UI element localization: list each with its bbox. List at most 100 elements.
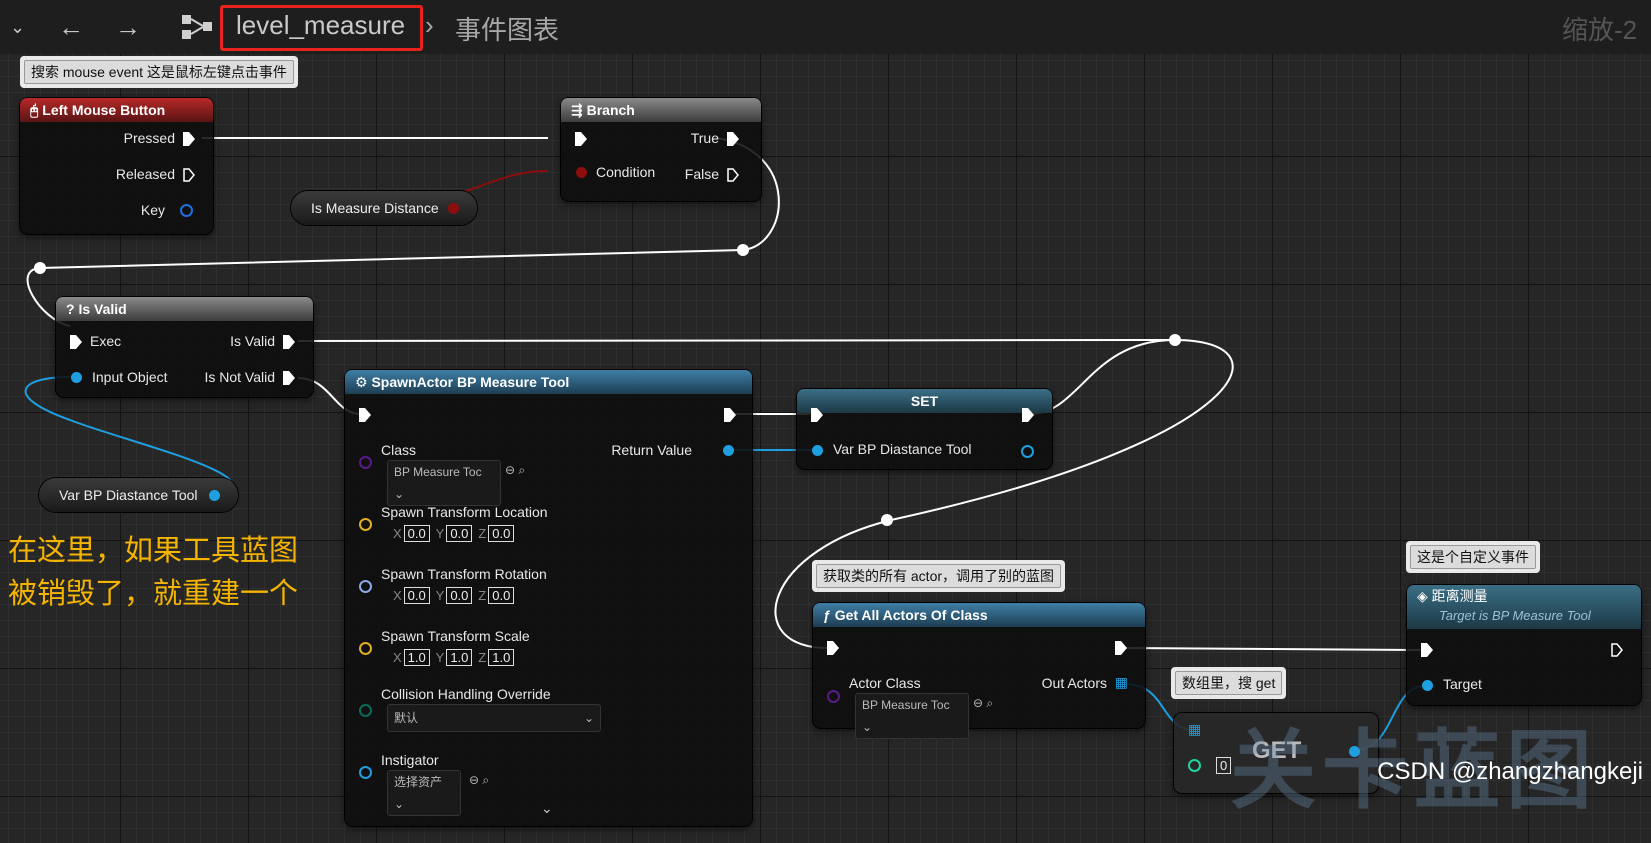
exec-pin-in[interactable] bbox=[827, 641, 839, 655]
pin-label-out-actors: Out Actors bbox=[1041, 675, 1107, 691]
node-get-all-actors-of-class[interactable]: ƒ Get All Actors Of Class Actor Class BP… bbox=[813, 603, 1145, 739]
node-set[interactable]: SET Var BP Diastance Tool bbox=[797, 389, 1052, 469]
bool-pin-condition[interactable] bbox=[576, 167, 587, 178]
exec-pin-is-not-valid[interactable] bbox=[283, 371, 295, 385]
node-header: ? Is Valid bbox=[56, 297, 313, 321]
axis-z: Z bbox=[478, 588, 487, 603]
pin-label-false: False bbox=[684, 166, 719, 182]
hierarchy-icon[interactable] bbox=[180, 13, 214, 41]
comment-bubble-get-all[interactable]: 获取类的所有 actor，调用了别的蓝图 bbox=[812, 560, 1066, 592]
node-distance-measure[interactable]: ◈ 距离测量 Target is BP Measure Tool Target bbox=[1407, 585, 1641, 705]
vector-pin-scale[interactable] bbox=[359, 642, 372, 655]
node-is-measure-distance[interactable]: Is Measure Distance bbox=[291, 191, 477, 225]
exec-pin-out[interactable] bbox=[1022, 408, 1034, 422]
object-pin-out[interactable] bbox=[209, 490, 220, 501]
exec-pin-in[interactable] bbox=[70, 335, 82, 349]
exec-pin-out[interactable] bbox=[1115, 641, 1127, 655]
browse-arrow-icon[interactable]: ⊖ ⌕ bbox=[469, 773, 489, 788]
exec-pin-in[interactable] bbox=[575, 132, 587, 146]
vector-fields-location[interactable]: X 0.0 Y 0.0 Z 0.0 bbox=[393, 525, 516, 542]
array-grid-icon[interactable]: ▦ bbox=[1188, 721, 1201, 738]
dropdown-value: 选择资产 bbox=[394, 775, 443, 789]
instigator-dropdown[interactable]: 选择资产 ⌄ bbox=[387, 770, 461, 816]
dropdown-value: BP Measure Toc bbox=[394, 465, 482, 479]
class-dropdown[interactable]: BP Measure Toc ⌄ bbox=[387, 460, 501, 506]
expand-chevron-icon[interactable]: ⌄ bbox=[541, 800, 553, 817]
object-pin-instigator[interactable] bbox=[359, 766, 372, 779]
exec-pin-pressed[interactable] bbox=[183, 132, 195, 146]
reroute-node-3 bbox=[1169, 334, 1181, 346]
node-subtitle: Target is BP Measure Tool bbox=[1439, 608, 1591, 623]
object-pin-input[interactable] bbox=[71, 372, 82, 383]
value-z[interactable]: 1.0 bbox=[488, 649, 515, 666]
struct-pin-key[interactable] bbox=[180, 204, 193, 217]
value-z[interactable]: 0.0 bbox=[488, 587, 515, 604]
vector-pin-location[interactable] bbox=[359, 518, 372, 531]
exec-pin-released[interactable] bbox=[183, 168, 195, 182]
browse-arrow-icon[interactable]: ⊖ ⌕ bbox=[973, 696, 993, 711]
enum-pin-collision[interactable] bbox=[359, 704, 372, 717]
spawn-icon: ⚙ bbox=[355, 374, 372, 390]
back-arrow-icon[interactable]: ← bbox=[58, 0, 84, 54]
browse-arrow-icon[interactable]: ⊖ ⌕ bbox=[505, 463, 525, 478]
exec-pin-in[interactable] bbox=[811, 408, 823, 422]
node-is-valid[interactable]: ? Is Valid Exec Input Object Is Valid Is… bbox=[56, 297, 313, 397]
axis-y: Y bbox=[435, 588, 445, 603]
class-dropdown[interactable]: BP Measure Toc ⌄ bbox=[855, 693, 969, 739]
pin-label-collision: Collision Handling Override bbox=[381, 686, 551, 702]
vector-fields-rotation[interactable]: X 0.0 Y 0.0 Z 0.0 bbox=[393, 587, 516, 604]
node-title: SpawnActor BP Measure Tool bbox=[371, 374, 570, 390]
value-x[interactable]: 1.0 bbox=[403, 649, 430, 666]
value-x[interactable]: 0.0 bbox=[403, 587, 430, 604]
value-y[interactable]: 0.0 bbox=[446, 525, 473, 542]
bool-pin-out[interactable] bbox=[448, 203, 459, 214]
exec-pin-in[interactable] bbox=[1421, 643, 1433, 657]
exec-pin-in[interactable] bbox=[359, 408, 371, 422]
axis-x: X bbox=[393, 650, 402, 665]
branch-icon: ⇶ bbox=[571, 102, 587, 118]
collision-dropdown[interactable]: 默认 ⌄ bbox=[387, 704, 601, 732]
object-pin-return[interactable] bbox=[723, 445, 734, 456]
watermark-credit: CSDN @zhangzhangkeji bbox=[1377, 758, 1643, 785]
node-header: ◈ 距离测量 Target is BP Measure Tool bbox=[1407, 585, 1641, 629]
exec-pin-out[interactable] bbox=[724, 408, 736, 422]
value-x[interactable]: 0.0 bbox=[403, 525, 430, 542]
value-z[interactable]: 0.0 bbox=[488, 525, 515, 542]
index-field[interactable]: 0 bbox=[1216, 757, 1232, 774]
class-pin[interactable] bbox=[827, 690, 840, 703]
node-spawn-actor[interactable]: ⚙ SpawnActor BP Measure Tool Class BP Me… bbox=[345, 370, 752, 826]
exec-pin-true[interactable] bbox=[727, 132, 739, 146]
object-pin-in[interactable] bbox=[812, 445, 823, 456]
vector-fields-scale[interactable]: X 1.0 Y 1.0 Z 1.0 bbox=[393, 649, 516, 666]
rotator-pin-rotation[interactable] bbox=[359, 580, 372, 593]
node-title: Is Valid bbox=[78, 301, 127, 317]
dropdown-chevron-icon[interactable]: ⌄ bbox=[10, 0, 25, 54]
object-pin-out[interactable] bbox=[1021, 445, 1034, 458]
exec-pin-out[interactable] bbox=[1611, 643, 1623, 657]
int-pin-index[interactable] bbox=[1188, 759, 1201, 772]
value-y[interactable]: 0.0 bbox=[446, 587, 473, 604]
comment-bubble-array-get[interactable]: 数组里，搜 get bbox=[1171, 667, 1287, 699]
pin-label-scale: Spawn Transform Scale bbox=[381, 628, 530, 644]
forward-arrow-icon[interactable]: → bbox=[115, 0, 141, 54]
pin-label-is-not-valid: Is Not Valid bbox=[204, 369, 275, 385]
object-pin-target[interactable] bbox=[1422, 680, 1433, 691]
class-pin[interactable] bbox=[359, 456, 372, 469]
node-branch[interactable]: ⇶ Branch Condition True False bbox=[561, 98, 761, 201]
exec-pin-is-valid[interactable] bbox=[283, 335, 295, 349]
node-left-mouse-button[interactable]: 🖰 Left Mouse Button Pressed Released Key bbox=[20, 98, 213, 234]
array-grid-icon[interactable]: ▦ bbox=[1115, 674, 1128, 691]
comment-text: 数组里，搜 get bbox=[1175, 671, 1283, 695]
value-y[interactable]: 1.0 bbox=[446, 649, 473, 666]
comment-bubble-left-mouse[interactable]: 搜索 mouse event 这是鼠标左键点击事件 bbox=[20, 56, 298, 88]
node-var-bp-diastance-tool[interactable]: Var BP Diastance Tool bbox=[39, 478, 238, 512]
axis-y: Y bbox=[435, 526, 445, 541]
exec-pin-false[interactable] bbox=[727, 168, 739, 182]
pin-label-exec: Exec bbox=[90, 333, 122, 349]
breadcrumb-graph[interactable]: 事件图表 bbox=[455, 10, 559, 47]
node-header: ƒ Get All Actors Of Class bbox=[813, 603, 1145, 627]
pin-label-is-valid: Is Valid bbox=[230, 333, 275, 349]
node-header: ⚙ SpawnActor BP Measure Tool bbox=[345, 370, 752, 394]
annotation-line-1: 在这里，如果工具蓝图 bbox=[8, 535, 299, 567]
comment-bubble-custom-event[interactable]: 这是个自定义事件 bbox=[1406, 541, 1540, 573]
